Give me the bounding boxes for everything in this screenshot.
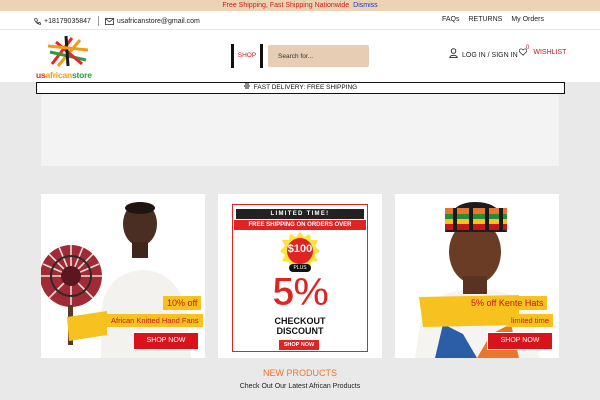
- shop-now-button[interactable]: SHOP NOW: [134, 333, 198, 349]
- login-link[interactable]: LOG IN / SIGN IN: [449, 48, 518, 59]
- email-contact[interactable]: usafricanstore@gmail.com: [104, 17, 200, 25]
- returns-link[interactable]: RETURNS: [468, 16, 502, 23]
- dismiss-link[interactable]: Dismiss: [353, 2, 378, 9]
- discount-line: DISCOUNT: [276, 326, 324, 336]
- user-icon: [449, 48, 458, 58]
- contact-divider: [97, 16, 99, 26]
- wishlist-count: 0: [526, 45, 530, 51]
- mail-icon: [104, 17, 114, 25]
- threshold-amount: $100: [287, 243, 313, 255]
- delivery-bar: FAST DELIVERY: FREE SHIPPING: [36, 82, 565, 94]
- notice-bar: Free Shipping, Fast Shipping Nationwide …: [0, 0, 600, 11]
- delivery-text: FAST DELIVERY: FREE SHIPPING: [253, 84, 358, 91]
- top-bar: +18179035847 usafricanstore@gmail.com FA…: [0, 11, 600, 30]
- promo-title: 10% off: [163, 296, 202, 310]
- email-address: usafricanstore@gmail.com: [116, 17, 200, 25]
- shop-now-button[interactable]: SHOP NOW: [279, 340, 319, 350]
- promo-yellow-strip: [67, 311, 107, 341]
- promo-card-checkout-discount[interactable]: LIMITED TIME! FREE SHIPPING ON ORDERS OV…: [218, 194, 382, 358]
- checkout-discount-text: CHECKOUT DISCOUNT: [218, 316, 382, 336]
- logo-text: usafricanstore: [36, 70, 92, 80]
- free-shipping-headline: FREE SHIPPING ON ORDERS OVER: [234, 220, 366, 230]
- hero-banner-area: [41, 94, 559, 166]
- new-products-title: NEW PRODUCTS: [263, 368, 337, 378]
- faqs-link[interactable]: FAQs: [442, 16, 460, 23]
- phone-icon: [34, 17, 41, 25]
- shop-now-button[interactable]: SHOP NOW: [488, 333, 552, 349]
- my-orders-link[interactable]: My Orders: [511, 16, 544, 23]
- site-logo[interactable]: usafricanstore: [36, 34, 96, 80]
- contact-info: +18179035847 usafricanstore@gmail.com: [34, 16, 200, 26]
- phone-contact[interactable]: +18179035847: [34, 18, 91, 25]
- checkout-line: CHECKOUT: [274, 316, 326, 326]
- new-products-subtitle: Check Out Our Latest African Products: [239, 383, 361, 390]
- login-label: LOG IN / SIGN IN: [462, 52, 518, 59]
- limited-time-badge: LIMITED TIME!: [236, 209, 364, 219]
- promo-subtitle: African Knitted Hand Fans: [107, 314, 203, 327]
- wishlist-label: WISHLIST: [533, 49, 567, 56]
- logo-emblem-icon: [47, 35, 89, 67]
- promo-subtitle: limited time: [507, 314, 553, 327]
- truck-icon: [243, 83, 250, 89]
- site-header: usafricanstore SHOP LOG IN / SIGN IN 0 W…: [0, 30, 600, 82]
- shop-menu-button[interactable]: SHOP: [231, 44, 263, 68]
- promo-card-kente-hats[interactable]: 5% off Kente Hats limited time SHOP NOW: [395, 194, 559, 358]
- search-input[interactable]: [268, 45, 369, 67]
- phone-number: +18179035847: [44, 17, 91, 25]
- promo-title: 5% off Kente Hats: [467, 296, 548, 310]
- top-links: FAQs RETURNS My Orders: [433, 16, 544, 23]
- notice-text: Free Shipping, Fast Shipping Nationwide: [222, 2, 350, 9]
- wishlist-link[interactable]: 0 WISHLIST: [519, 45, 567, 56]
- promo-card-hand-fans[interactable]: 10% off African Knitted Hand Fans SHOP N…: [41, 194, 205, 358]
- discount-percent: 5%: [272, 270, 330, 314]
